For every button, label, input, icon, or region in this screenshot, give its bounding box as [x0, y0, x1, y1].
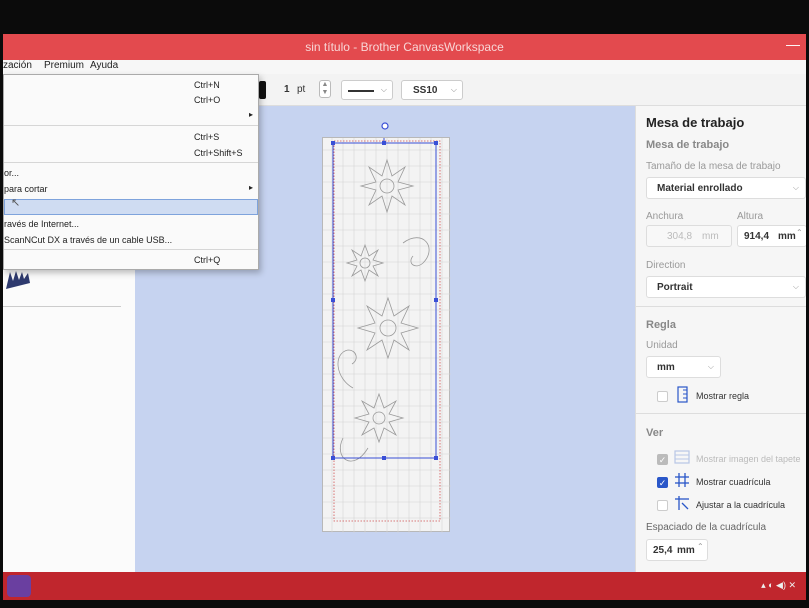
line-style-select[interactable]: ⌵	[341, 80, 393, 100]
show-ruler-checkbox[interactable]	[657, 391, 668, 402]
stepper-icon[interactable]: ⌃	[697, 542, 704, 551]
divider	[636, 413, 806, 414]
font-select-value: SS10	[413, 85, 438, 96]
mat-image-icon	[674, 450, 690, 464]
chevron-down-icon: ⌵	[707, 362, 714, 371]
menu-item-internet[interactable]: ravés de Internet...	[4, 216, 258, 232]
ruler-section-title: Regla	[646, 319, 676, 331]
menu-separator	[4, 249, 258, 250]
grid-icon	[675, 473, 689, 487]
mat-size-select[interactable]: Material enrollado ⌵	[646, 177, 806, 199]
rotate-handle-icon[interactable]	[380, 121, 390, 131]
unit-label: Unidad	[646, 340, 678, 351]
direction-value: Portrait	[657, 282, 693, 293]
unit-select[interactable]: mm ⌵	[646, 356, 721, 378]
width-field: 304,8 mm	[646, 225, 732, 247]
grid-spacing-field[interactable]: 25,4 mm ⌃	[646, 539, 708, 561]
menu-item-exit[interactable]: Ctrl+Q	[4, 252, 258, 268]
menu-separator	[4, 162, 258, 163]
line-width-value[interactable]: 1	[284, 84, 290, 95]
menu-item-open[interactable]: Ctrl+O	[4, 92, 258, 108]
chevron-right-icon: ▸	[249, 110, 254, 119]
menu-bar: zación Premium Ayuda	[3, 60, 806, 74]
minimize-icon[interactable]: —	[786, 36, 800, 52]
menu-item-highlighted[interactable]: ↖	[4, 197, 258, 215]
mat-size-value: Material enrollado	[657, 183, 743, 194]
app-screen: sin título - Brother CanvasWorkspace — z…	[3, 34, 806, 600]
show-mat-image-checkbox: ✓	[657, 454, 668, 465]
properties-panel: Mesa de trabajo Mesa de trabajo Tamaño d…	[635, 106, 806, 572]
left-panel-divider	[3, 306, 121, 307]
menu-ayuda[interactable]: Ayuda	[90, 60, 118, 71]
chevron-down-icon: ⌵	[450, 85, 457, 94]
menu-item-label: para cortar	[4, 184, 48, 194]
shortcut-new: Ctrl+N	[194, 80, 220, 90]
height-value: 914,4	[744, 231, 770, 242]
taskbar: ▴ ◐ ◀) ✕	[3, 572, 806, 600]
panel-subtitle: Mesa de trabajo	[646, 139, 730, 151]
show-mat-image-label: Mostrar imagen del tapete	[696, 454, 801, 464]
menu-item-label: ScanNCut DX a través de un cable USB...	[4, 235, 173, 245]
selection-box	[331, 130, 438, 460]
width-unit: mm	[702, 231, 719, 242]
snap-grid-icon	[675, 496, 689, 510]
unit-value: mm	[657, 362, 675, 373]
ruler-icon	[677, 386, 688, 403]
line-width-stepper[interactable]: ▲ ▼	[319, 80, 331, 98]
menu-item-save-as[interactable]: Ctrl+Shift+S	[4, 145, 258, 161]
mat-grid	[323, 130, 451, 533]
title-bar: sin título - Brother CanvasWorkspace —	[3, 34, 806, 60]
menu-premium[interactable]: Premium	[44, 60, 84, 71]
shortcut-open: Ctrl+O	[194, 95, 221, 105]
grid-spacing-label: Espaciado de la cuadrícula	[646, 522, 767, 533]
view-section-title: Ver	[646, 427, 664, 439]
line-width-unit: pt	[297, 84, 306, 95]
shortcut-exit: Ctrl+Q	[194, 255, 221, 265]
direction-select[interactable]: Portrait ⌵	[646, 276, 806, 298]
menu-item-save[interactable]: Ctrl+S	[4, 129, 258, 145]
stepper-icon[interactable]: ⌃	[796, 228, 803, 237]
system-tray[interactable]: ▴ ◐ ◀) ✕	[761, 580, 796, 591]
start-icon[interactable]	[7, 575, 31, 597]
show-grid-checkbox[interactable]: ✓	[657, 477, 668, 488]
cursor-icon: ↖	[11, 197, 21, 209]
grid-spacing-unit: mm	[677, 545, 695, 556]
grid-spacing-value: 25,4	[653, 545, 673, 556]
shortcut-save: Ctrl+S	[194, 132, 220, 142]
window-title: sin título - Brother CanvasWorkspace	[305, 40, 504, 54]
chevron-down-icon: ⌵	[792, 282, 799, 291]
height-label: Altura	[737, 211, 764, 222]
menu-item-label: or...	[4, 168, 20, 178]
font-select[interactable]: SS10 ⌵	[401, 80, 463, 100]
menu-item-para-cortar[interactable]: para cortar ▸	[4, 181, 258, 197]
snap-grid-label: Ajustar a la cuadrícula	[696, 500, 786, 510]
cutting-mat	[322, 130, 451, 533]
menu-separator	[4, 125, 258, 126]
height-unit: mm	[778, 231, 796, 242]
menu-visualizacion[interactable]: zación	[3, 60, 32, 71]
chevron-right-icon: ▸	[249, 183, 254, 192]
width-value: 304,8	[667, 231, 693, 242]
line-style-preview	[348, 90, 374, 92]
direction-label: Direction	[646, 260, 686, 271]
pattern-thumbnail[interactable]	[5, 269, 31, 291]
chevron-down-icon: ⌵	[380, 85, 387, 94]
snap-grid-checkbox[interactable]	[657, 500, 668, 511]
menu-item-usb[interactable]: ScanNCut DX a través de un cable USB...	[4, 232, 258, 248]
width-label: Anchura	[646, 211, 684, 222]
height-field[interactable]: 914,4 mm ⌃	[737, 225, 806, 247]
panel-title: Mesa de trabajo	[646, 115, 745, 130]
color-swatch[interactable]	[259, 81, 266, 99]
menu-item-submenu-1[interactable]: ▸	[4, 108, 258, 124]
show-grid-label: Mostrar cuadrícula	[696, 477, 771, 487]
menu-item-new[interactable]: Ctrl+N	[4, 77, 258, 93]
mat-size-label: Tamaño de la mesa de trabajo	[646, 161, 781, 172]
menu-item-label: ravés de Internet...	[4, 219, 80, 229]
show-ruler-label: Mostrar regla	[696, 391, 750, 401]
divider	[636, 306, 806, 307]
file-menu: Ctrl+N Ctrl+O ▸ Ctrl+S Ctrl+Shift+S or..…	[3, 74, 259, 270]
chevron-down-icon: ⌵	[792, 183, 799, 192]
shortcut-save-as: Ctrl+Shift+S	[194, 148, 243, 158]
menu-item-or[interactable]: or...	[4, 165, 258, 181]
